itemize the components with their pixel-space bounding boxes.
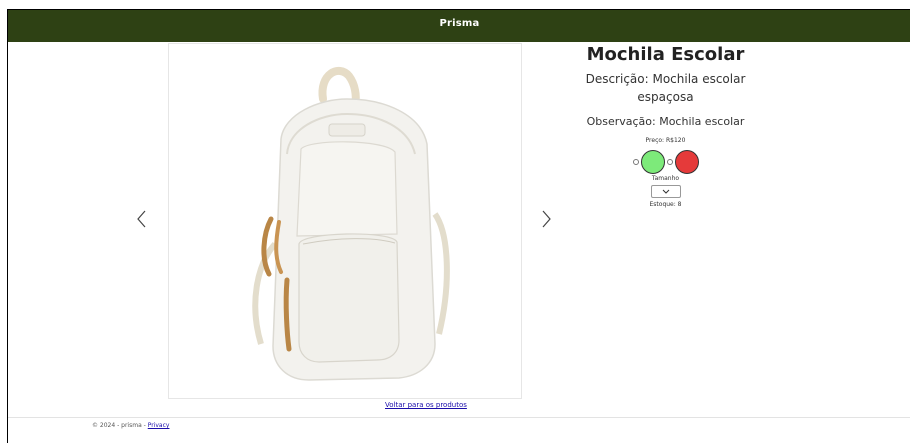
color-options [578, 150, 753, 174]
footer-copyright: © 2024 - prisma - [92, 422, 148, 429]
color-swatch-red[interactable] [674, 150, 699, 174]
chevron-right-icon [542, 210, 551, 228]
carousel-next-button[interactable] [538, 207, 554, 231]
size-select[interactable] [650, 185, 681, 198]
privacy-link[interactable]: Privacy [148, 422, 170, 429]
color-radio-red[interactable] [666, 159, 673, 165]
page-frame: Prisma Mochila Escolar Descrição: Mochil… [7, 9, 910, 443]
size-label: Tamanho [651, 175, 680, 182]
footer: © 2024 - prisma - Privacy [92, 422, 169, 429]
chevron-down-icon [662, 189, 669, 194]
chevron-left-icon [137, 210, 146, 228]
product-title: Mochila Escolar [586, 44, 745, 65]
product-image [168, 43, 522, 399]
backpack-image [252, 67, 450, 381]
footer-divider [8, 417, 910, 418]
product-details: Mochila Escolar Descrição: Mochila escol… [578, 43, 753, 208]
product-price: Preço: R$120 [645, 137, 686, 144]
product-observation: Observação: Mochila escolar [586, 115, 745, 128]
color-radio-green[interactable] [632, 159, 639, 165]
carousel-prev-button[interactable] [134, 207, 150, 231]
stock-count: Estoque: 8 [649, 201, 682, 208]
color-swatch-green[interactable] [640, 150, 665, 174]
navbar: Prisma [8, 10, 910, 42]
product-description: Descrição: Mochila escolar espaçosa [585, 72, 746, 104]
back-to-products-link[interactable]: Voltar para os produtos [385, 401, 467, 409]
brand-title[interactable]: Prisma [8, 18, 910, 29]
